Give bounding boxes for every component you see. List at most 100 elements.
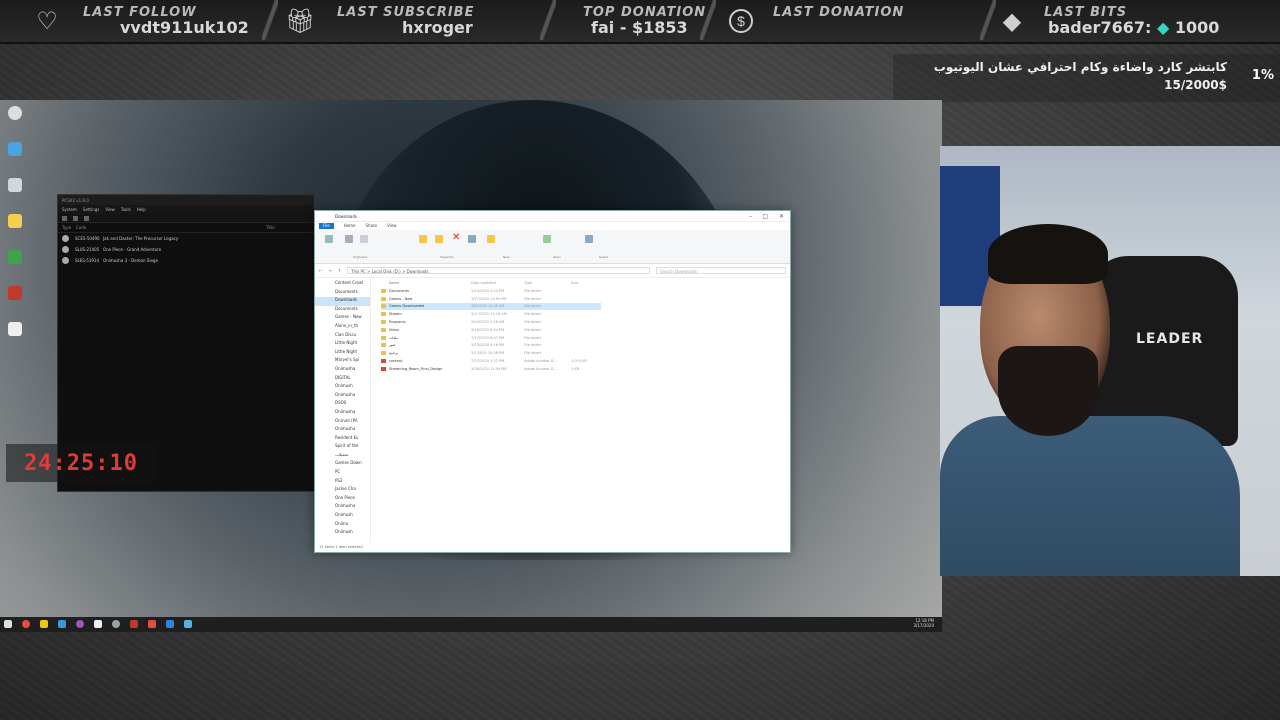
- nav-item[interactable]: Onimush: [315, 529, 370, 538]
- file-row[interactable]: Stream 3/17/2020 11:16 AM File folder: [381, 310, 790, 318]
- file-row[interactable]: content 7/27/2020 1:22 PM Adobe Acrobat D.…: [381, 357, 790, 365]
- nav-item[interactable]: Content Creat: [315, 280, 370, 289]
- app-icon[interactable]: [130, 620, 138, 628]
- col-name[interactable]: Name: [381, 281, 471, 285]
- tab-home[interactable]: Home: [344, 223, 356, 229]
- menu-view[interactable]: View: [105, 207, 115, 212]
- chrome-icon[interactable]: [22, 620, 30, 628]
- back-icon[interactable]: ←: [319, 268, 322, 273]
- nav-item[interactable]: Documents: [315, 306, 370, 315]
- desktop-icon[interactable]: [2, 142, 28, 176]
- col-code[interactable]: Code: [76, 225, 266, 230]
- app-icon[interactable]: [58, 620, 66, 628]
- app-icon[interactable]: [184, 620, 192, 628]
- menu-help[interactable]: Help: [137, 207, 146, 212]
- close-icon[interactable]: ✕: [779, 213, 784, 220]
- file-row[interactable]: Programs 3/20/2020 2:16 AM File folder: [381, 318, 790, 326]
- col-date[interactable]: Date modified: [471, 281, 524, 285]
- app-icon[interactable]: [76, 620, 84, 628]
- file-row[interactable]: ملفات 7/17/2020 8:07 PM File folder: [381, 334, 790, 342]
- nav-item[interactable]: PS2: [315, 478, 370, 487]
- tab-view[interactable]: View: [387, 223, 397, 229]
- nav-item[interactable]: Onimush: [315, 512, 370, 521]
- copy-to-icon[interactable]: [435, 235, 443, 243]
- properties-icon[interactable]: [543, 235, 551, 243]
- copy-icon[interactable]: [345, 235, 353, 243]
- col-type[interactable]: Type: [524, 281, 571, 285]
- nav-item[interactable]: Onimu: [315, 521, 370, 530]
- nav-item[interactable]: Clan Discu: [315, 332, 370, 341]
- nav-item[interactable]: Downloads: [315, 297, 370, 306]
- address-bar[interactable]: This PC > Local Disk (D:) > Downloads: [347, 267, 650, 274]
- game-row[interactable]: SLUS-21405 One Piece - Grand Adventure: [58, 244, 314, 255]
- new-folder-icon[interactable]: [487, 235, 495, 243]
- nav-item[interactable]: Onimush: [315, 383, 370, 392]
- file-row[interactable]: Games - New 3/17/2020 11:09 PM File folder: [381, 295, 790, 303]
- search-input[interactable]: Search Downloads: [656, 267, 786, 274]
- desktop-icon[interactable]: [2, 106, 28, 140]
- nav-item[interactable]: DIGITAL: [315, 375, 370, 384]
- nav-item[interactable]: One Piece: [315, 495, 370, 504]
- nav-item[interactable]: Onimusha: [315, 392, 370, 401]
- nav-item[interactable]: Alone_in_th: [315, 323, 370, 332]
- app-icon[interactable]: [148, 620, 156, 628]
- toolbar-icon[interactable]: [84, 216, 89, 221]
- tab-file[interactable]: File: [319, 223, 334, 229]
- maximize-icon[interactable]: □: [762, 213, 768, 220]
- nav-item[interactable]: Documents: [315, 289, 370, 298]
- move-to-icon[interactable]: [419, 235, 427, 243]
- menu-settings[interactable]: Settings: [83, 207, 99, 212]
- nav-item[interactable]: Onimusha: [315, 409, 370, 418]
- nav-item[interactable]: Onimusha: [315, 503, 370, 512]
- nav-item[interactable]: تحميلات: [315, 452, 370, 461]
- nav-item[interactable]: Onirum (PA: [315, 418, 370, 427]
- paste-icon[interactable]: [360, 235, 368, 243]
- nav-item[interactable]: Spirit of the: [315, 443, 370, 452]
- pin-icon[interactable]: [325, 235, 333, 243]
- system-clock[interactable]: 12:18 PM 3/17/2020: [913, 618, 934, 628]
- minimize-icon[interactable]: –: [749, 213, 752, 220]
- explorer-icon[interactable]: [40, 620, 48, 628]
- file-row[interactable]: برنامج 3/1/2020 10:08 PM File folder: [381, 349, 790, 357]
- desktop-icon[interactable]: [2, 286, 28, 320]
- start-icon[interactable]: [4, 620, 12, 628]
- nav-item[interactable]: Onimusha: [315, 366, 370, 375]
- desktop-icon[interactable]: [2, 178, 28, 212]
- desktop-icon[interactable]: [2, 214, 28, 248]
- select-all-icon[interactable]: [585, 235, 593, 243]
- menu-system[interactable]: System: [62, 207, 77, 212]
- nav-item[interactable]: PC: [315, 469, 370, 478]
- file-row[interactable]: Video 3/16/2020 8:54 PM File folder: [381, 326, 790, 334]
- nav-item[interactable]: Games - New: [315, 314, 370, 323]
- file-row[interactable]: Games Downloaded 3/8/2020 12:09 AM File fo…: [381, 302, 601, 311]
- nav-item[interactable]: Onimusha: [315, 426, 370, 435]
- forward-icon[interactable]: →: [328, 268, 331, 273]
- desktop-icon[interactable]: [2, 250, 28, 284]
- menu-tools[interactable]: Tools: [121, 207, 131, 212]
- col-size[interactable]: Size: [571, 281, 601, 285]
- file-row[interactable]: Streaming_Room_Final_Design 3/28/2020 11:…: [381, 365, 790, 373]
- nav-item[interactable]: Little Night: [315, 340, 370, 349]
- nav-item[interactable]: Resident Ev: [315, 435, 370, 444]
- up-icon[interactable]: ↑: [338, 268, 341, 273]
- toolbar-icon[interactable]: [73, 216, 78, 221]
- tab-share[interactable]: Share: [366, 223, 378, 229]
- file-explorer-window[interactable]: Downloads – □ ✕ File Home Share View ✕ C…: [314, 210, 791, 553]
- file-row[interactable]: صور 3/23/2020 4:16 PM File folder: [381, 342, 790, 350]
- nav-item[interactable]: Games Down: [315, 460, 370, 469]
- game-row[interactable]: SLES-51914 Onimusha 3 - Demon Siege: [58, 255, 314, 266]
- rename-icon[interactable]: [468, 235, 476, 243]
- app-icon[interactable]: [166, 620, 174, 628]
- nav-item[interactable]: Little Night: [315, 349, 370, 358]
- nav-item[interactable]: Jackie Cha: [315, 486, 370, 495]
- game-row[interactable]: SCES-50490 Jak and Daxter: The Precursor…: [58, 233, 314, 244]
- nav-item[interactable]: DSOS: [315, 400, 370, 409]
- app-icon[interactable]: [112, 620, 120, 628]
- col-type[interactable]: Type: [62, 225, 76, 230]
- toolbar-icon[interactable]: [62, 216, 67, 221]
- desktop-icon[interactable]: [2, 322, 28, 356]
- file-row[interactable]: Documents 2/14/2020 4:24 PM File folder: [381, 287, 790, 295]
- app-icon[interactable]: [94, 620, 102, 628]
- col-title[interactable]: Title: [266, 225, 275, 230]
- delete-icon[interactable]: ✕: [452, 232, 460, 243]
